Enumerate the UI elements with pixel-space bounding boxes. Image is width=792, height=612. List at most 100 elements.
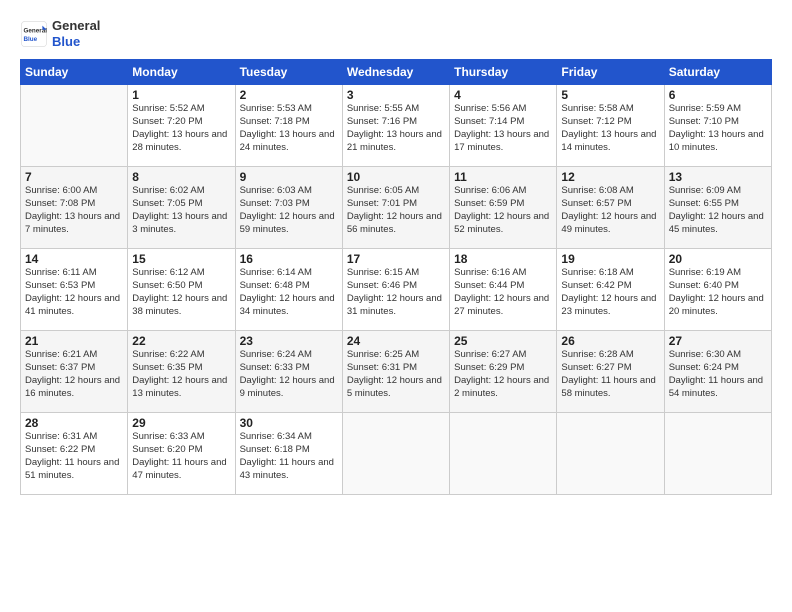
day-info: Sunrise: 6:03 AM Sunset: 7:03 PM Dayligh…: [240, 185, 338, 236]
calendar-header-tuesday: Tuesday: [235, 60, 342, 85]
calendar-cell: 12Sunrise: 6:08 AM Sunset: 6:57 PM Dayli…: [557, 167, 664, 249]
calendar-header-thursday: Thursday: [450, 60, 557, 85]
calendar-table: SundayMondayTuesdayWednesdayThursdayFrid…: [20, 59, 772, 495]
calendar-cell: 8Sunrise: 6:02 AM Sunset: 7:05 PM Daylig…: [128, 167, 235, 249]
day-number: 28: [25, 416, 123, 430]
page: General Blue General Blue SundayMondayTu…: [0, 0, 792, 612]
calendar-week-row: 14Sunrise: 6:11 AM Sunset: 6:53 PM Dayli…: [21, 249, 772, 331]
logo: General Blue General Blue: [20, 18, 100, 49]
logo-icon: General Blue: [20, 20, 48, 48]
calendar-cell: 11Sunrise: 6:06 AM Sunset: 6:59 PM Dayli…: [450, 167, 557, 249]
day-info: Sunrise: 6:22 AM Sunset: 6:35 PM Dayligh…: [132, 349, 230, 400]
calendar-cell: 14Sunrise: 6:11 AM Sunset: 6:53 PM Dayli…: [21, 249, 128, 331]
day-number: 8: [132, 170, 230, 184]
day-number: 20: [669, 252, 767, 266]
calendar-week-row: 21Sunrise: 6:21 AM Sunset: 6:37 PM Dayli…: [21, 331, 772, 413]
day-number: 5: [561, 88, 659, 102]
day-number: 14: [25, 252, 123, 266]
day-number: 1: [132, 88, 230, 102]
calendar-cell: [664, 413, 771, 495]
day-info: Sunrise: 5:55 AM Sunset: 7:16 PM Dayligh…: [347, 103, 445, 154]
calendar-header-friday: Friday: [557, 60, 664, 85]
day-info: Sunrise: 6:14 AM Sunset: 6:48 PM Dayligh…: [240, 267, 338, 318]
day-info: Sunrise: 6:19 AM Sunset: 6:40 PM Dayligh…: [669, 267, 767, 318]
day-info: Sunrise: 6:25 AM Sunset: 6:31 PM Dayligh…: [347, 349, 445, 400]
day-number: 18: [454, 252, 552, 266]
day-number: 4: [454, 88, 552, 102]
calendar-cell: 3Sunrise: 5:55 AM Sunset: 7:16 PM Daylig…: [342, 85, 449, 167]
calendar-cell: 9Sunrise: 6:03 AM Sunset: 7:03 PM Daylig…: [235, 167, 342, 249]
day-number: 16: [240, 252, 338, 266]
calendar-week-row: 28Sunrise: 6:31 AM Sunset: 6:22 PM Dayli…: [21, 413, 772, 495]
day-number: 3: [347, 88, 445, 102]
day-info: Sunrise: 6:09 AM Sunset: 6:55 PM Dayligh…: [669, 185, 767, 236]
day-number: 25: [454, 334, 552, 348]
day-number: 10: [347, 170, 445, 184]
calendar-cell: 15Sunrise: 6:12 AM Sunset: 6:50 PM Dayli…: [128, 249, 235, 331]
calendar-cell: 13Sunrise: 6:09 AM Sunset: 6:55 PM Dayli…: [664, 167, 771, 249]
calendar-cell: 28Sunrise: 6:31 AM Sunset: 6:22 PM Dayli…: [21, 413, 128, 495]
day-info: Sunrise: 5:53 AM Sunset: 7:18 PM Dayligh…: [240, 103, 338, 154]
calendar-cell: 1Sunrise: 5:52 AM Sunset: 7:20 PM Daylig…: [128, 85, 235, 167]
day-number: 30: [240, 416, 338, 430]
day-number: 2: [240, 88, 338, 102]
day-info: Sunrise: 6:11 AM Sunset: 6:53 PM Dayligh…: [25, 267, 123, 318]
day-info: Sunrise: 6:33 AM Sunset: 6:20 PM Dayligh…: [132, 431, 230, 482]
day-number: 12: [561, 170, 659, 184]
calendar-cell: 17Sunrise: 6:15 AM Sunset: 6:46 PM Dayli…: [342, 249, 449, 331]
day-info: Sunrise: 6:24 AM Sunset: 6:33 PM Dayligh…: [240, 349, 338, 400]
calendar-cell: [342, 413, 449, 495]
calendar-header-sunday: Sunday: [21, 60, 128, 85]
calendar-cell: 20Sunrise: 6:19 AM Sunset: 6:40 PM Dayli…: [664, 249, 771, 331]
day-number: 27: [669, 334, 767, 348]
calendar-header-wednesday: Wednesday: [342, 60, 449, 85]
calendar-cell: 18Sunrise: 6:16 AM Sunset: 6:44 PM Dayli…: [450, 249, 557, 331]
calendar-cell: 7Sunrise: 6:00 AM Sunset: 7:08 PM Daylig…: [21, 167, 128, 249]
day-info: Sunrise: 5:58 AM Sunset: 7:12 PM Dayligh…: [561, 103, 659, 154]
calendar-cell: 29Sunrise: 6:33 AM Sunset: 6:20 PM Dayli…: [128, 413, 235, 495]
day-info: Sunrise: 6:05 AM Sunset: 7:01 PM Dayligh…: [347, 185, 445, 236]
calendar-header-saturday: Saturday: [664, 60, 771, 85]
calendar-cell: 26Sunrise: 6:28 AM Sunset: 6:27 PM Dayli…: [557, 331, 664, 413]
day-info: Sunrise: 5:59 AM Sunset: 7:10 PM Dayligh…: [669, 103, 767, 154]
day-number: 21: [25, 334, 123, 348]
header: General Blue General Blue: [20, 18, 772, 49]
day-number: 19: [561, 252, 659, 266]
calendar-cell: 27Sunrise: 6:30 AM Sunset: 6:24 PM Dayli…: [664, 331, 771, 413]
day-info: Sunrise: 6:31 AM Sunset: 6:22 PM Dayligh…: [25, 431, 123, 482]
calendar-cell: 24Sunrise: 6:25 AM Sunset: 6:31 PM Dayli…: [342, 331, 449, 413]
day-number: 29: [132, 416, 230, 430]
day-number: 17: [347, 252, 445, 266]
calendar-cell: 4Sunrise: 5:56 AM Sunset: 7:14 PM Daylig…: [450, 85, 557, 167]
day-info: Sunrise: 6:21 AM Sunset: 6:37 PM Dayligh…: [25, 349, 123, 400]
calendar-cell: [450, 413, 557, 495]
calendar-week-row: 1Sunrise: 5:52 AM Sunset: 7:20 PM Daylig…: [21, 85, 772, 167]
day-info: Sunrise: 6:08 AM Sunset: 6:57 PM Dayligh…: [561, 185, 659, 236]
day-number: 15: [132, 252, 230, 266]
day-number: 11: [454, 170, 552, 184]
day-info: Sunrise: 6:34 AM Sunset: 6:18 PM Dayligh…: [240, 431, 338, 482]
day-info: Sunrise: 6:27 AM Sunset: 6:29 PM Dayligh…: [454, 349, 552, 400]
day-info: Sunrise: 5:56 AM Sunset: 7:14 PM Dayligh…: [454, 103, 552, 154]
day-number: 23: [240, 334, 338, 348]
day-info: Sunrise: 5:52 AM Sunset: 7:20 PM Dayligh…: [132, 103, 230, 154]
day-info: Sunrise: 6:28 AM Sunset: 6:27 PM Dayligh…: [561, 349, 659, 400]
day-number: 6: [669, 88, 767, 102]
calendar-cell: 22Sunrise: 6:22 AM Sunset: 6:35 PM Dayli…: [128, 331, 235, 413]
calendar-cell: 23Sunrise: 6:24 AM Sunset: 6:33 PM Dayli…: [235, 331, 342, 413]
calendar-cell: 21Sunrise: 6:21 AM Sunset: 6:37 PM Dayli…: [21, 331, 128, 413]
day-number: 13: [669, 170, 767, 184]
day-info: Sunrise: 6:15 AM Sunset: 6:46 PM Dayligh…: [347, 267, 445, 318]
logo-blue-text: Blue: [52, 34, 100, 50]
day-info: Sunrise: 6:16 AM Sunset: 6:44 PM Dayligh…: [454, 267, 552, 318]
calendar-cell: 25Sunrise: 6:27 AM Sunset: 6:29 PM Dayli…: [450, 331, 557, 413]
calendar-cell: 19Sunrise: 6:18 AM Sunset: 6:42 PM Dayli…: [557, 249, 664, 331]
day-info: Sunrise: 6:18 AM Sunset: 6:42 PM Dayligh…: [561, 267, 659, 318]
day-number: 7: [25, 170, 123, 184]
day-info: Sunrise: 6:06 AM Sunset: 6:59 PM Dayligh…: [454, 185, 552, 236]
day-number: 22: [132, 334, 230, 348]
day-info: Sunrise: 6:00 AM Sunset: 7:08 PM Dayligh…: [25, 185, 123, 236]
day-info: Sunrise: 6:12 AM Sunset: 6:50 PM Dayligh…: [132, 267, 230, 318]
day-info: Sunrise: 6:30 AM Sunset: 6:24 PM Dayligh…: [669, 349, 767, 400]
logo-general-text: General: [52, 18, 100, 34]
